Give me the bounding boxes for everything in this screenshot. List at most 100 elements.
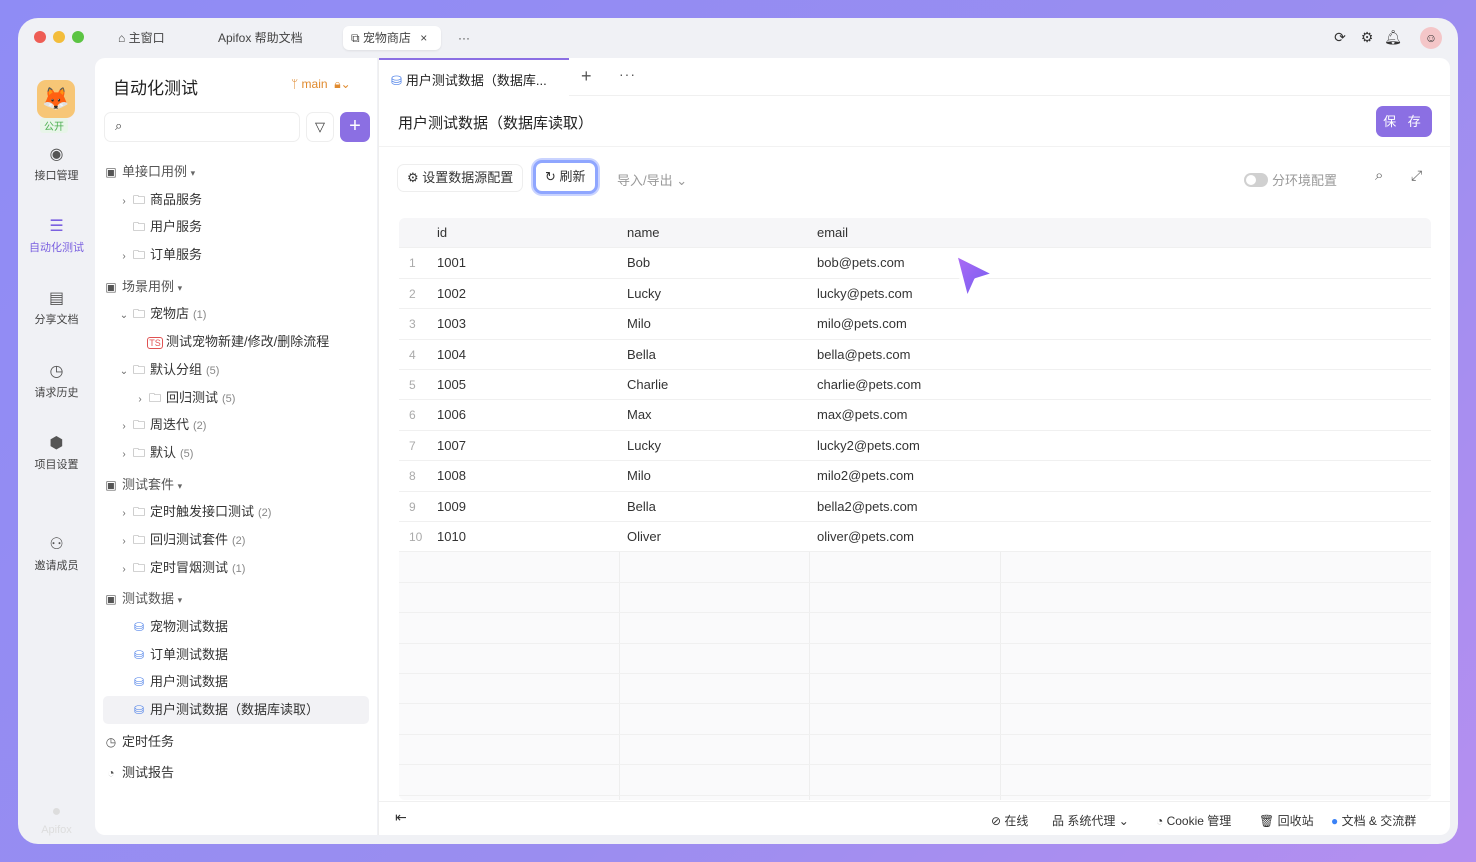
- table-cell[interactable]: 1003: [437, 309, 466, 339]
- maximize-window-button[interactable]: [72, 31, 84, 43]
- table-cell[interactable]: Milo: [627, 309, 651, 339]
- save-button[interactable]: 保 存: [1376, 106, 1432, 137]
- toggle-switch[interactable]: [1244, 173, 1268, 187]
- tree-item[interactable]: › 🗀︎ 回归测试 (5): [103, 384, 369, 412]
- table-row[interactable]: [399, 704, 1431, 735]
- table-cell[interactable]: Oliver: [627, 522, 661, 552]
- table-cell[interactable]: lucky2@pets.com: [817, 431, 920, 461]
- gear-icon[interactable]: ⚙: [1358, 28, 1376, 46]
- table-cell[interactable]: Milo: [627, 461, 651, 491]
- rail-item-invite[interactable]: ⚇ 邀请成员: [18, 534, 95, 573]
- online-status[interactable]: ⊘ 在线: [991, 812, 1028, 829]
- table-row[interactable]: [399, 674, 1431, 705]
- rail-item-share-docs[interactable]: ▤ 分享文档: [18, 288, 95, 327]
- tree-item[interactable]: ⛁ 订单测试数据: [103, 641, 369, 669]
- tree-item[interactable]: › 🗀︎ 订单服务: [103, 241, 369, 269]
- chevron-icon[interactable]: ›: [117, 528, 131, 556]
- tree-item[interactable]: › 🗀︎ 回归测试套件 (2): [103, 526, 369, 554]
- table-cell[interactable]: Bella: [627, 492, 656, 522]
- table-cell[interactable]: 1005: [437, 370, 466, 400]
- tree-item[interactable]: ⌄ 🗀︎ 默认分组 (5): [103, 356, 369, 384]
- table-row[interactable]: 3 1003 Milo milo@pets.com: [399, 309, 1431, 340]
- collapse-sidebar-icon[interactable]: ⇤: [395, 809, 407, 826]
- refresh-button[interactable]: ↻ 刷新: [533, 160, 598, 194]
- search-input[interactable]: ⌕: [104, 112, 300, 142]
- table-cell[interactable]: 1002: [437, 279, 466, 309]
- table-row[interactable]: [399, 583, 1431, 614]
- new-tab-button[interactable]: +: [581, 66, 592, 87]
- close-window-button[interactable]: [34, 31, 46, 43]
- table-row[interactable]: [399, 613, 1431, 644]
- chevron-icon[interactable]: ›: [133, 386, 147, 414]
- tab-more-button[interactable]: ···: [619, 66, 636, 82]
- table-cell[interactable]: Lucky: [627, 431, 661, 461]
- branch-selector[interactable]: ᛘ main 🔒︎⌄: [291, 77, 351, 92]
- tree-item[interactable]: TS 测试宠物新建/修改/删除流程: [103, 328, 369, 356]
- table-row[interactable]: [399, 765, 1431, 796]
- table-cell[interactable]: charlie@pets.com: [817, 370, 921, 400]
- search-icon[interactable]: ⌕: [1375, 167, 1383, 184]
- tree-item[interactable]: ▣ 场景用例 ▾: [103, 273, 369, 301]
- tab-help-docs[interactable]: Apifox 帮助文档: [210, 26, 311, 50]
- table-row[interactable]: 6 1006 Max max@pets.com: [399, 400, 1431, 431]
- table-row[interactable]: [399, 735, 1431, 766]
- column-header[interactable]: name: [627, 218, 660, 248]
- chevron-icon[interactable]: ⌄: [117, 302, 131, 330]
- tree-item[interactable]: ▣ 单接口用例 ▾: [103, 158, 369, 186]
- tree-item[interactable]: › 🗀︎ 定时触发接口测试 (2): [103, 498, 369, 526]
- table-cell[interactable]: 1006: [437, 400, 466, 430]
- system-proxy-dropdown[interactable]: 品 系统代理 ⌄: [1052, 812, 1129, 829]
- table-row[interactable]: 8 1008 Milo milo2@pets.com: [399, 461, 1431, 492]
- tree-item[interactable]: › 🗀︎ 商品服务: [103, 186, 369, 214]
- project-logo[interactable]: 🦊: [37, 80, 75, 118]
- tree-item[interactable]: › 🗀︎ 定时冒烟测试 (1): [103, 554, 369, 582]
- table-cell[interactable]: Bob: [627, 248, 650, 278]
- table-cell[interactable]: bob@pets.com: [817, 248, 905, 278]
- table-row[interactable]: 1 1001 Bob bob@pets.com: [399, 248, 1431, 279]
- tree-item[interactable]: ⛁ 宠物测试数据: [103, 613, 369, 641]
- tree-item[interactable]: ⛁ 用户测试数据（数据库读取）: [103, 696, 369, 724]
- tree-item[interactable]: ▣ 测试套件 ▾: [103, 471, 369, 499]
- table-cell[interactable]: Max: [627, 400, 652, 430]
- table-cell[interactable]: 1010: [437, 522, 466, 552]
- docs-community-button[interactable]: ● 文档 & 交流群: [1331, 812, 1416, 829]
- tree-item[interactable]: 🗀︎ 用户服务: [103, 213, 369, 241]
- table-row[interactable]: 2 1002 Lucky lucky@pets.com: [399, 278, 1431, 310]
- tree-item[interactable]: ◔ 测试报告: [103, 759, 369, 787]
- table-cell[interactable]: 1001: [437, 248, 466, 278]
- tree-item[interactable]: ⌄ 🗀︎ 宠物店 (1): [103, 300, 369, 328]
- avatar[interactable]: ☺: [1420, 27, 1442, 49]
- add-button[interactable]: +: [340, 112, 370, 142]
- more-tabs-button[interactable]: ···: [450, 26, 478, 50]
- column-header[interactable]: id: [437, 218, 447, 248]
- chevron-icon[interactable]: ›: [117, 243, 131, 271]
- trash-button[interactable]: 🗑︎ 回收站: [1259, 812, 1314, 829]
- rail-item-settings[interactable]: ⬢ 项目设置: [18, 433, 95, 472]
- table-row[interactable]: 5 1005 Charlie charlie@pets.com: [399, 370, 1431, 401]
- table-cell[interactable]: Lucky: [627, 279, 661, 309]
- table-cell[interactable]: milo2@pets.com: [817, 461, 914, 491]
- table-cell[interactable]: max@pets.com: [817, 400, 908, 430]
- rail-item-api[interactable]: ◉ 接口管理: [18, 144, 95, 183]
- tab-pet-store[interactable]: ⧉ 宠物商店 ×: [343, 26, 441, 50]
- chevron-icon[interactable]: ›: [117, 413, 131, 441]
- tree-item[interactable]: ◷ 定时任务: [103, 728, 369, 756]
- minimize-window-button[interactable]: [53, 31, 65, 43]
- table-row[interactable]: 9 1009 Bella bella2@pets.com: [399, 491, 1431, 522]
- tree-item[interactable]: › 🗀︎ 周迭代 (2): [103, 411, 369, 439]
- tab-user-test-data[interactable]: ⛁ 用户测试数据（数据库...: [379, 58, 569, 96]
- table-row[interactable]: 10 1010 Oliver oliver@pets.com: [399, 522, 1431, 553]
- tree-item[interactable]: ▣ 测试数据 ▾: [103, 585, 369, 613]
- table-cell[interactable]: bella2@pets.com: [817, 492, 918, 522]
- table-cell[interactable]: 1009: [437, 492, 466, 522]
- chevron-icon[interactable]: ⌄: [117, 358, 131, 386]
- bell-icon[interactable]: 🔔︎: [1384, 28, 1402, 46]
- close-tab-icon[interactable]: ×: [420, 31, 427, 45]
- expand-icon[interactable]: ⤢: [1411, 167, 1422, 184]
- tree-item[interactable]: ⛁ 用户测试数据: [103, 668, 369, 696]
- tab-main-window[interactable]: ⌂ 主窗口: [110, 26, 173, 50]
- sync-icon[interactable]: ⟳: [1331, 28, 1349, 46]
- tree-item[interactable]: › 🗀︎ 默认 (5): [103, 439, 369, 467]
- chevron-icon[interactable]: ›: [117, 500, 131, 528]
- table-row[interactable]: 4 1004 Bella bella@pets.com: [399, 339, 1431, 370]
